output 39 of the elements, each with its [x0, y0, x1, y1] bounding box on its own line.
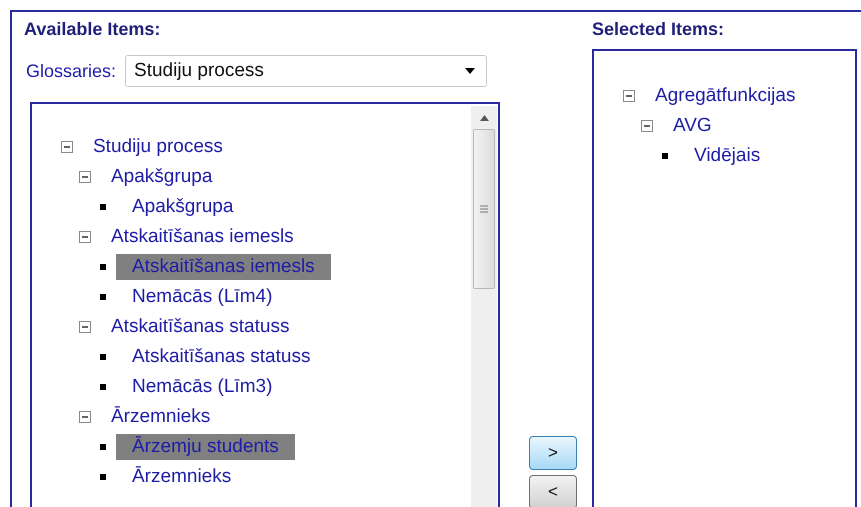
tree-item[interactable]: Apakšgrupa — [116, 194, 250, 220]
tree-item[interactable]: Nemācās (Līm4) — [116, 284, 288, 310]
bullet-icon — [100, 294, 106, 300]
tree-node[interactable]: Studiju process — [93, 134, 223, 160]
bullet-icon — [100, 354, 106, 360]
bullet-icon — [100, 474, 106, 480]
tree-node[interactable]: Agregātfunkcijas — [655, 83, 796, 109]
dropdown-caret-icon — [464, 67, 476, 75]
collapse-icon[interactable] — [622, 89, 636, 103]
scrollbar[interactable] — [471, 106, 497, 507]
glossary-dropdown[interactable]: Studiju process — [125, 55, 488, 87]
panel-title: Available Items: — [24, 19, 162, 41]
bullet-icon — [100, 444, 106, 450]
tree-item[interactable]: Nemācās (Līm3) — [116, 374, 288, 400]
scroll-thumb[interactable] — [473, 129, 495, 289]
collapse-icon[interactable] — [60, 140, 74, 154]
collapse-icon[interactable] — [78, 230, 92, 244]
tree-node[interactable]: Apakšgrupa — [111, 164, 212, 190]
tree-node[interactable]: AVG — [673, 113, 712, 139]
panel-title: Selected Items: — [592, 19, 726, 41]
bullet-icon — [100, 204, 106, 210]
scroll-up-icon[interactable] — [480, 115, 488, 121]
grip-icon — [480, 205, 488, 213]
collapse-icon[interactable] — [78, 410, 92, 424]
tree-item[interactable]: Atskaitīšanas statuss — [116, 344, 326, 370]
tree-node[interactable]: Atskaitīšanas statuss — [111, 314, 290, 340]
collapse-icon[interactable] — [78, 170, 92, 184]
remove-button[interactable]: < — [529, 475, 577, 507]
collapse-icon[interactable] — [78, 320, 92, 334]
glossaries-label: Glossaries: — [26, 60, 116, 82]
collapse-icon[interactable] — [640, 119, 654, 133]
bullet-icon — [100, 384, 106, 390]
bullet-icon — [662, 153, 668, 159]
tree-node[interactable]: Atskaitīšanas iemesls — [111, 224, 294, 250]
tree-item[interactable]: Ārzemnieks — [116, 464, 248, 490]
tree-item[interactable]: Vidējais — [678, 143, 776, 169]
tree-node[interactable]: Ārzemnieks — [111, 404, 210, 430]
bullet-icon — [100, 264, 106, 270]
add-button[interactable]: > — [529, 436, 577, 470]
